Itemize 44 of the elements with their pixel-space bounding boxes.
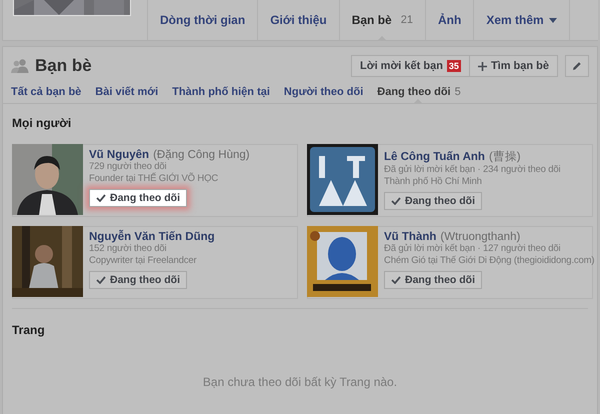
alternate-name: (Wtruongthanh) [440,231,520,243]
filter-tab[interactable]: Bài viết mới [87,81,164,103]
person-detail: Chém Gió tại Thế Giới Di Động (thegioididong.com) [384,255,592,267]
find-friends-button[interactable]: Tìm bạn bè [470,55,558,77]
person-detail: Thành phố Hồ Chí Minh [384,176,483,188]
following-button[interactable]: Đang theo dõi [89,189,187,207]
alternate-name: (曹操) [488,151,521,163]
filter-tab[interactable]: Tất cả bạn bè [3,81,88,103]
person-name[interactable]: Vũ Nguyên [89,149,150,161]
alternate-name: (Đặng Công Hùng) [153,149,250,161]
checkmark-icon [391,276,401,284]
friends-icon [11,59,29,73]
person-name[interactable]: Vũ Thành [384,231,436,243]
plus-icon [478,62,487,70]
checkmark-icon [391,197,401,205]
checkmark-icon [96,276,106,284]
section-heading: Mọi người [12,116,72,130]
person-detail: Copywriter tại Freelandcer [89,255,198,267]
profile-tab[interactable]: Bạn bè 21 [340,0,426,40]
following-button[interactable]: Đang theo dõi [89,271,187,289]
person-detail: 152 người theo dõi [89,243,168,255]
profile-tab[interactable]: Xem thêm [474,0,570,40]
section-title: Bạn bè [35,56,92,76]
count-badge: 35 [446,60,461,72]
following-button[interactable]: Đang theo dõi [384,192,482,210]
following-button[interactable]: Đang theo dõi [384,271,482,289]
profile-tab[interactable]: Ảnh [426,0,474,40]
edit-button[interactable] [565,55,589,77]
empty-message: Bạn chưa theo dõi bất kỳ Trang nào. [202,375,398,389]
person-detail: Founder tại THẾ GIỚI VÕ HỌC [89,173,220,185]
person-name[interactable]: Lê Công Tuấn Anh [384,151,485,163]
pencil-icon [572,61,582,71]
friend-requests-button[interactable]: Lời mời kết bạn 35 [351,55,470,77]
profile-tab[interactable]: Giới thiệu [258,0,340,40]
person-detail: 729 người theo dõi [89,161,168,172]
checkmark-icon [96,194,106,202]
filter-tab[interactable]: Thành phố hiện tại [164,81,276,103]
filter-tab[interactable]: Đang theo dõi 5 [369,81,467,103]
person-detail: Đã gửi lời mời kết bạn · 234 người theo dõi [384,164,561,176]
section-heading: Trang [12,323,46,337]
profile-tab[interactable]: Dòng thời gian [148,0,258,40]
person-detail: Đã gửi lời mời kết bạn · 127 người theo dõi [384,243,562,255]
person-name[interactable]: Nguyễn Văn Tiến Dũng [89,231,215,243]
filter-tab[interactable]: Người theo dõi [276,81,370,103]
